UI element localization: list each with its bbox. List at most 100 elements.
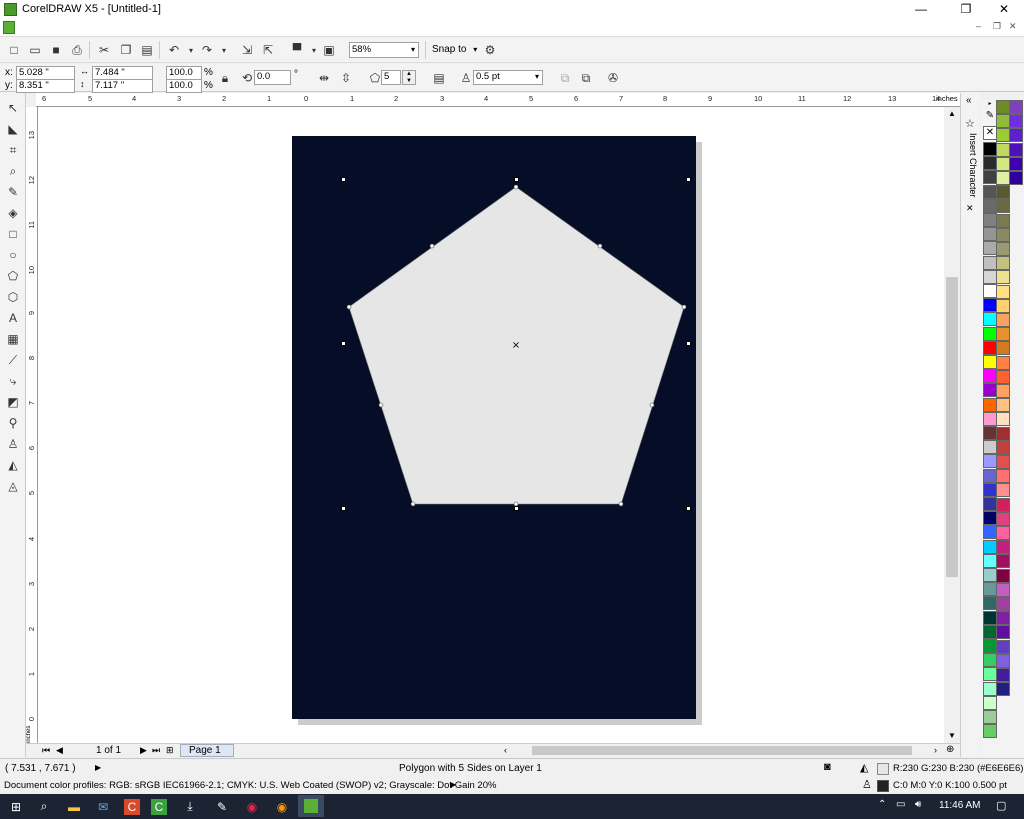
mirror-vertical-icon[interactable]: ⇳	[337, 69, 355, 87]
color-swatch[interactable]	[983, 596, 997, 611]
color-swatch[interactable]	[1009, 142, 1023, 157]
color-swatch[interactable]	[996, 384, 1010, 398]
color-swatch[interactable]	[983, 355, 997, 369]
color-swatch[interactable]	[983, 198, 997, 213]
mirror-horizontal-icon[interactable]: ⇹	[315, 69, 333, 87]
table-tool-icon[interactable]: ▦	[4, 330, 22, 348]
color-swatch[interactable]	[983, 553, 997, 568]
color-swatch[interactable]	[983, 255, 997, 270]
sides-spinner[interactable]: ▲ ▼	[402, 70, 416, 85]
palette-scroll-up-icon[interactable]: ▸	[983, 100, 997, 108]
color-swatch[interactable]	[996, 469, 1010, 484]
color-swatch[interactable]	[983, 369, 997, 384]
new-document-icon[interactable]: □	[5, 41, 23, 59]
import-icon[interactable]: ⇲	[238, 41, 256, 59]
color-swatch[interactable]	[996, 227, 1010, 242]
paint-icon[interactable]: ✎	[212, 797, 232, 816]
welcome-screen-icon[interactable]: ▣	[320, 41, 338, 59]
file-explorer-icon[interactable]: ▬	[64, 797, 84, 816]
close-button[interactable]: ✕	[989, 0, 1019, 19]
color-swatch[interactable]	[983, 511, 997, 526]
color-swatch[interactable]	[983, 184, 997, 199]
color-swatch[interactable]	[983, 724, 997, 739]
freehand-tool-icon[interactable]: ✎	[4, 183, 22, 201]
scale-x-field[interactable]: 100.0	[166, 66, 202, 80]
color-swatch[interactable]	[983, 397, 997, 412]
color-swatch[interactable]	[983, 454, 997, 469]
color-swatch[interactable]	[996, 171, 1010, 185]
scroll-left-icon[interactable]: ‹	[504, 745, 507, 755]
drawing-canvas[interactable]: ×	[38, 107, 944, 743]
color-swatch[interactable]	[983, 284, 997, 298]
undo-icon[interactable]: ↶	[165, 41, 183, 59]
zoom-navigator-icon[interactable]: ⊕	[946, 744, 954, 755]
minimize-button[interactable]: —	[906, 0, 936, 19]
color-swatch[interactable]	[983, 213, 997, 227]
color-swatch[interactable]	[983, 568, 997, 582]
color-swatch[interactable]	[1009, 156, 1023, 171]
docker-collapse-icon[interactable]: «	[966, 95, 972, 106]
color-swatch[interactable]	[1009, 114, 1023, 129]
copy-icon[interactable]: ❐	[117, 41, 135, 59]
color-swatch[interactable]	[996, 114, 1010, 129]
outline-color-swatch[interactable]	[877, 780, 889, 792]
outline-width-select[interactable]: 0.5 pt ▾	[473, 70, 543, 85]
color-swatch[interactable]	[983, 142, 997, 156]
selection-handle[interactable]	[686, 177, 691, 182]
color-swatch[interactable]	[983, 710, 997, 724]
chrome-icon[interactable]: ◉	[242, 797, 262, 816]
next-page-icon[interactable]: ▶	[140, 745, 147, 756]
color-swatch[interactable]	[983, 440, 997, 455]
print-icon[interactable]: ⎙	[68, 41, 86, 59]
maximize-button[interactable]: ❐	[951, 0, 981, 19]
notifications-icon[interactable]: ▢	[996, 799, 1006, 812]
color-swatch[interactable]	[996, 327, 1010, 342]
width-field[interactable]: 7.484 "	[92, 66, 153, 80]
color-swatch[interactable]	[983, 582, 997, 597]
open-icon[interactable]: ▭	[26, 41, 44, 59]
doc-restore-icon[interactable]: ❐	[993, 21, 1001, 32]
color-swatch[interactable]	[983, 639, 997, 653]
color-swatch[interactable]	[996, 313, 1010, 327]
lock-ratio-icon[interactable]: 🔒︎	[216, 69, 234, 87]
page-tab[interactable]: Page 1	[180, 744, 234, 757]
color-swatch[interactable]	[983, 269, 997, 284]
color-swatch[interactable]	[996, 142, 1010, 157]
add-page-icon[interactable]: ⊞	[166, 745, 174, 756]
color-swatch[interactable]	[996, 156, 1010, 171]
vertical-ruler[interactable]: 13 12 11 10 9 8 7 6 5 4 3 2 1 0	[26, 107, 38, 743]
scroll-down-icon[interactable]: ▼	[948, 731, 956, 740]
color-swatch[interactable]	[996, 426, 1010, 441]
color-swatch[interactable]	[983, 326, 997, 341]
sides-field[interactable]: 5	[381, 70, 401, 85]
tray-up-icon[interactable]: ⌃	[878, 799, 886, 810]
to-front-icon[interactable]: ⧉	[556, 69, 574, 87]
color-swatch[interactable]	[983, 241, 997, 256]
color-proof-icon[interactable]: ◙	[824, 761, 831, 773]
vertical-scroll-thumb[interactable]	[946, 277, 958, 577]
color-swatch[interactable]	[1009, 100, 1023, 114]
redo-icon[interactable]: ↷	[198, 41, 216, 59]
color-swatch[interactable]	[996, 653, 1010, 668]
chrome-alt-icon[interactable]: ◉	[272, 797, 292, 816]
selection-handle[interactable]	[514, 506, 519, 511]
text-tool-icon[interactable]: A	[4, 309, 22, 327]
shape-tool-icon[interactable]: ◣	[4, 120, 22, 138]
convert-to-curves-icon[interactable]: ✇	[604, 69, 622, 87]
expand-arrow-icon[interactable]: ▶	[95, 763, 101, 772]
color-swatch[interactable]	[996, 341, 1010, 356]
save-icon[interactable]: ■	[47, 41, 65, 59]
horizontal-scroll-thumb[interactable]	[532, 746, 912, 755]
color-swatch[interactable]	[996, 625, 1010, 640]
color-swatch[interactable]	[983, 539, 997, 554]
smart-fill-tool-icon[interactable]: ◈	[4, 204, 22, 222]
first-page-icon[interactable]: ⏮	[42, 745, 50, 756]
color-swatch[interactable]	[996, 185, 1010, 200]
horizontal-ruler[interactable]: 6 5 4 3 2 1 0 1 2 3 4 5 6 7 8 9 10 11 12 13 14 inches	[36, 93, 960, 107]
selection-handle[interactable]	[341, 341, 346, 346]
color-swatch[interactable]	[996, 412, 1010, 427]
fill-color-swatch[interactable]	[877, 763, 889, 775]
crop-tool-icon[interactable]: ⌗	[4, 141, 22, 159]
color-swatch[interactable]	[996, 682, 1010, 697]
color-swatch[interactable]	[983, 227, 997, 242]
